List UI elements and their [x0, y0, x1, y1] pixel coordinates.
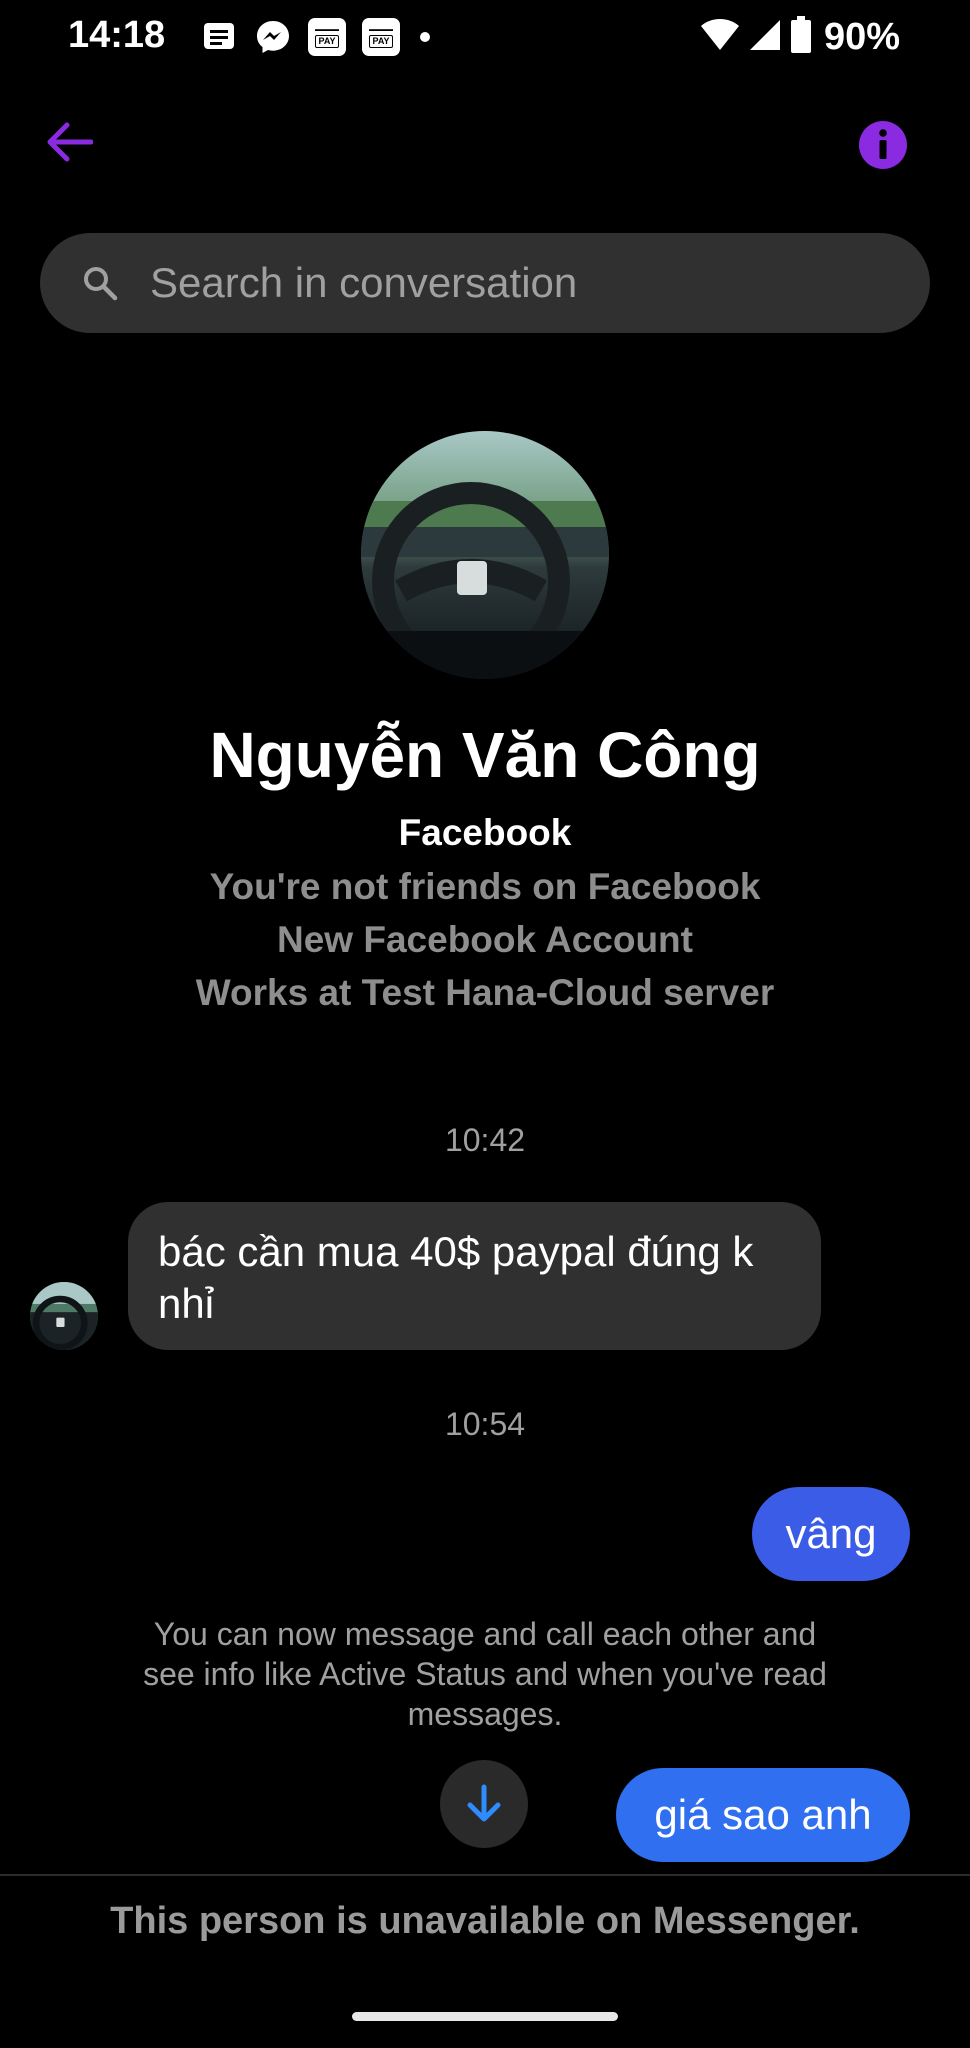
more-notifications-dot [420, 32, 430, 42]
profile-avatar[interactable] [361, 431, 609, 679]
notification-icons: ▬▬▬▬ PAY ▬▬▬▬ PAY [200, 18, 430, 56]
work-info: Works at Test Hana-Cloud server [195, 972, 775, 1013]
unavailable-notice: This person is unavailable on Messenger. [110, 1900, 860, 1942]
friendship-status: You're not friends on Facebook [209, 866, 761, 907]
system-note: You can now message and call each other … [143, 1616, 827, 1732]
status-bar: 14:18 ▬▬▬▬ PAY ▬▬▬▬ PAY 90% [0, 0, 970, 78]
messenger-icon [254, 18, 292, 56]
info-button[interactable] [858, 120, 908, 170]
arrow-left-icon [47, 122, 93, 162]
message-notification-icon [200, 18, 238, 56]
home-indicator[interactable] [352, 2012, 618, 2021]
incoming-message-bubble[interactable]: bác cần mua 40$ paypal đúng k nhỉ [128, 1202, 821, 1350]
profile-source: Facebook [398, 812, 572, 853]
system-icons: 90% [700, 16, 900, 59]
battery-icon [790, 16, 812, 59]
wifi-icon [700, 18, 740, 57]
signal-icon [748, 18, 782, 57]
sender-avatar[interactable] [30, 1282, 98, 1350]
outgoing-message-bubble[interactable]: giá sao anh [616, 1768, 910, 1862]
pay-icon: ▬▬▬▬ PAY [308, 18, 346, 56]
scroll-to-bottom-button[interactable] [440, 1760, 528, 1848]
profile-name: Nguyễn Văn Công [209, 719, 761, 791]
search-input[interactable] [148, 258, 892, 308]
status-time: 14:18 [68, 14, 166, 56]
outgoing-message-bubble[interactable]: vâng [752, 1487, 910, 1581]
divider [0, 1874, 970, 1876]
pay-icon: ▬▬▬▬ PAY [362, 18, 400, 56]
timestamp: 10:54 [444, 1406, 526, 1442]
info-icon [859, 121, 907, 169]
messenger-conversation-screen: 14:18 ▬▬▬▬ PAY ▬▬▬▬ PAY 90% Search in co… [0, 0, 970, 2048]
battery-percent: 90% [823, 16, 900, 58]
account-status: New Facebook Account [277, 919, 693, 960]
timestamp: 10:42 [444, 1122, 526, 1158]
search-bar[interactable] [40, 233, 930, 333]
arrow-down-icon [467, 1784, 501, 1822]
back-button[interactable] [40, 112, 100, 172]
search-icon [80, 263, 120, 303]
